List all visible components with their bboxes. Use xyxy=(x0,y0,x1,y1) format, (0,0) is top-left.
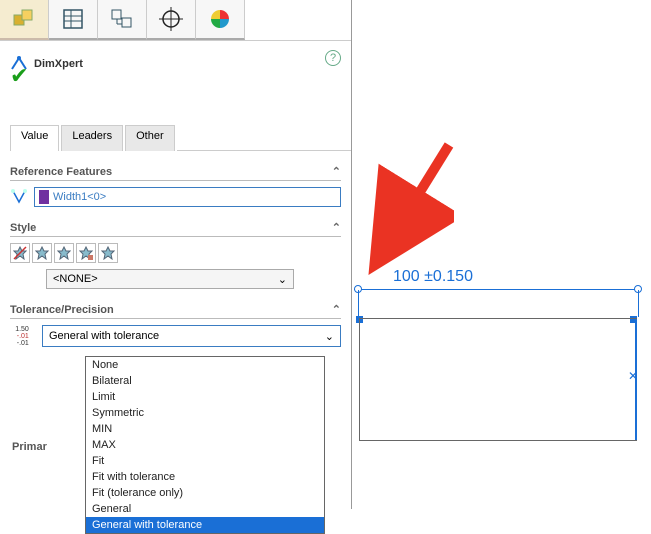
top-toolbar xyxy=(0,0,351,41)
style-icon-1[interactable] xyxy=(10,243,30,263)
tolerance-type-icon: 1.50-.01-.01 xyxy=(10,326,34,347)
tab-other[interactable]: Other xyxy=(125,125,175,151)
reference-features-header[interactable]: Reference Features ⌃ xyxy=(10,165,341,181)
tab-value[interactable]: Value xyxy=(10,125,59,151)
dropdown-item[interactable]: None xyxy=(86,357,324,373)
panel-header: DimXpert ? xyxy=(0,41,351,87)
reference-input[interactable]: Width1<0> xyxy=(34,187,341,207)
config-manager-button[interactable] xyxy=(98,0,147,40)
collapse-icon: ⌃ xyxy=(332,221,341,234)
feature-tree-button[interactable] xyxy=(0,0,49,40)
tolerance-type-combo[interactable]: General with tolerance ⌄ xyxy=(42,325,341,347)
primary-section-label: Primar xyxy=(12,441,47,453)
style-select[interactable]: <NONE> ⌄ xyxy=(46,269,294,289)
panel-title: DimXpert xyxy=(34,58,83,70)
width-icon xyxy=(10,188,28,206)
chevron-down-icon: ⌄ xyxy=(325,330,334,343)
dropdown-item[interactable]: General xyxy=(86,501,324,517)
tolerance-dropdown: None Bilateral Limit Symmetric MIN MAX F… xyxy=(85,356,325,534)
style-icon-5[interactable] xyxy=(98,243,118,263)
dropdown-item[interactable]: MIN xyxy=(86,421,324,437)
sketch-rectangle[interactable] xyxy=(359,318,637,441)
style-icon-3[interactable] xyxy=(54,243,74,263)
reference-features-section: Reference Features ⌃ Width1<0> xyxy=(0,165,351,207)
dimension-line xyxy=(354,289,641,290)
tolerance-precision-section: Tolerance/Precision ⌃ 1.50-.01-.01 Gener… xyxy=(0,303,351,347)
style-header[interactable]: Style ⌃ xyxy=(10,221,341,237)
dropdown-item[interactable]: Fit xyxy=(86,453,324,469)
section-title: Reference Features xyxy=(10,166,112,178)
section-title: Style xyxy=(10,222,36,234)
dimension-label[interactable]: 100 ±0.150 xyxy=(393,268,473,286)
midpoint-marker: ✕ xyxy=(628,369,638,383)
style-section: Style ⌃ <NONE> ⌄ xyxy=(0,221,351,289)
target-button[interactable] xyxy=(147,0,196,40)
style-icon-2[interactable] xyxy=(32,243,52,263)
combo-value: General with tolerance xyxy=(49,330,159,342)
property-manager-button[interactable] xyxy=(49,0,98,40)
chevron-down-icon: ⌄ xyxy=(278,273,287,286)
collapse-icon: ⌃ xyxy=(332,165,341,178)
dropdown-item[interactable]: Bilateral xyxy=(86,373,324,389)
tab-bar: Value Leaders Other xyxy=(0,125,351,151)
dropdown-item[interactable]: MAX xyxy=(86,437,324,453)
dropdown-item[interactable]: Limit xyxy=(86,389,324,405)
style-icon-4[interactable] xyxy=(76,243,96,263)
section-title: Tolerance/Precision xyxy=(10,304,114,316)
collapse-icon: ⌃ xyxy=(332,303,341,316)
dropdown-item[interactable]: General with tolerance xyxy=(86,517,324,533)
dropdown-item[interactable]: Symmetric xyxy=(86,405,324,421)
reference-value: Width1<0> xyxy=(53,191,106,203)
tab-leaders[interactable]: Leaders xyxy=(61,125,123,151)
dropdown-item[interactable]: Fit (tolerance only) xyxy=(86,485,324,501)
extension-line-right xyxy=(638,290,639,317)
ok-check-icon[interactable]: ✔ xyxy=(10,63,28,89)
tolerance-header[interactable]: Tolerance/Precision ⌃ xyxy=(10,303,341,319)
style-select-value: <NONE> xyxy=(53,273,98,285)
appearance-button[interactable] xyxy=(196,0,245,40)
color-chip xyxy=(39,190,49,204)
help-icon[interactable]: ? xyxy=(325,50,341,66)
dropdown-item[interactable]: Fit with tolerance xyxy=(86,469,324,485)
extension-line-left xyxy=(358,290,359,317)
